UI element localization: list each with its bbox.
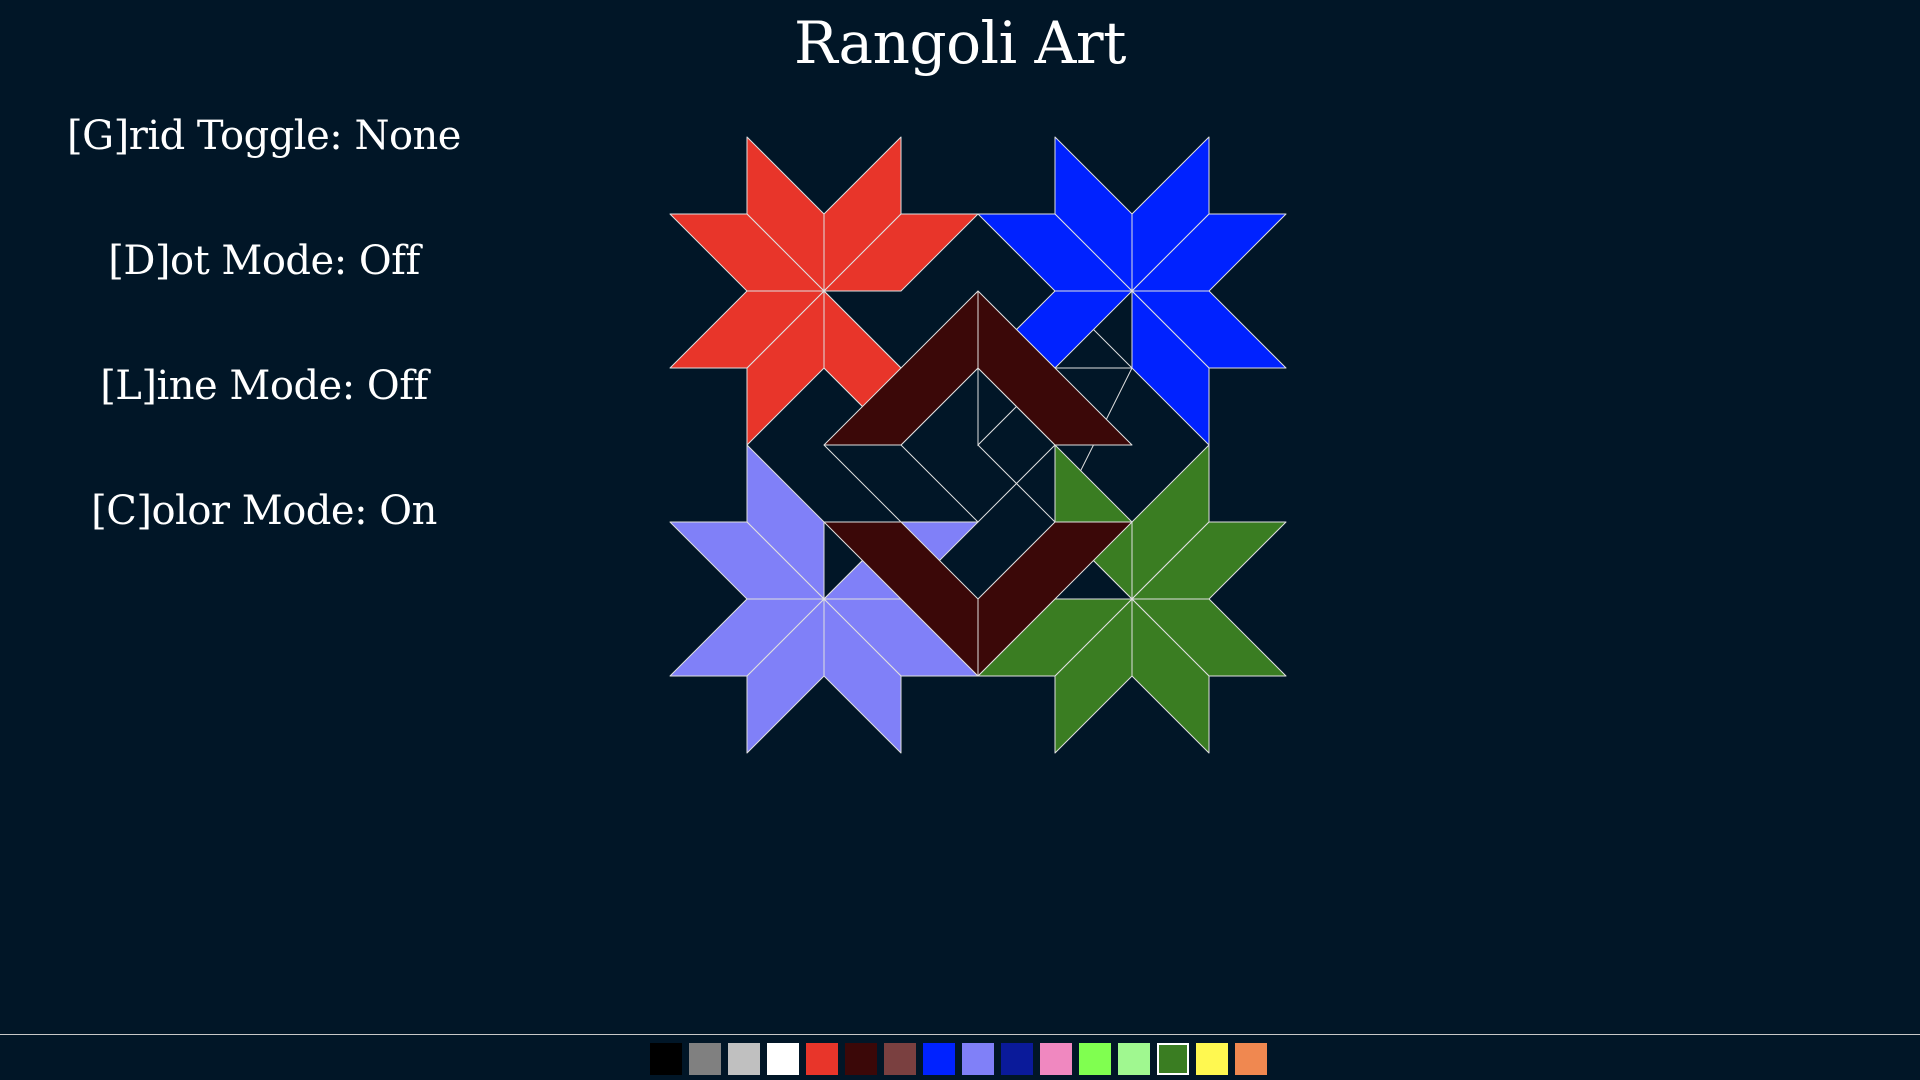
color-swatch-3[interactable] (728, 1043, 760, 1075)
color-swatch-4[interactable] (767, 1043, 799, 1075)
color-swatch-6[interactable] (845, 1043, 877, 1075)
color-swatch-5[interactable] (806, 1043, 838, 1075)
color-palette (650, 1043, 1267, 1075)
color-swatch-15[interactable] (1196, 1043, 1228, 1075)
color-swatch-12[interactable] (1079, 1043, 1111, 1075)
color-swatch-7[interactable] (884, 1043, 916, 1075)
color-swatch-11[interactable] (1040, 1043, 1072, 1075)
color-swatch-8[interactable] (923, 1043, 955, 1075)
color-swatch-10[interactable] (1001, 1043, 1033, 1075)
color-swatch-13[interactable] (1118, 1043, 1150, 1075)
rangoli-app: Rangoli Art [G]rid Toggle: None [D]ot Mo… (0, 0, 1920, 1080)
color-swatch-16[interactable] (1235, 1043, 1267, 1075)
color-swatch-14[interactable] (1157, 1043, 1189, 1075)
color-swatch-1[interactable] (650, 1043, 682, 1075)
rangoli-canvas[interactable] (0, 0, 1920, 1034)
color-palette-bar (0, 1034, 1920, 1080)
color-swatch-9[interactable] (962, 1043, 994, 1075)
color-swatch-2[interactable] (689, 1043, 721, 1075)
